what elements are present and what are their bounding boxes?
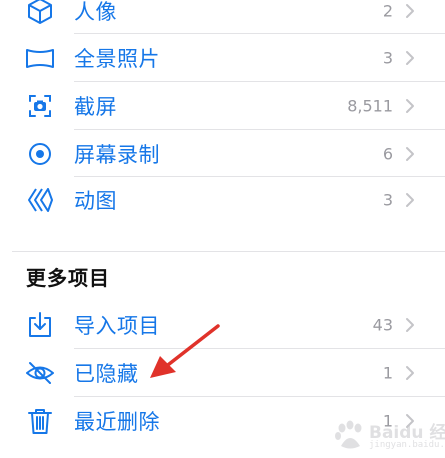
annotation-arrow-icon	[150, 324, 220, 378]
album-row-count: 2	[382, 1, 393, 20]
panorama-icon	[24, 42, 56, 74]
hidden-eye-icon	[24, 357, 56, 389]
album-row-label: 截屏	[74, 94, 117, 119]
album-row-count: 3	[382, 190, 393, 209]
section-divider	[12, 251, 445, 252]
animated-icon	[24, 184, 56, 216]
chevron-right-icon	[405, 365, 415, 381]
import-icon	[24, 309, 56, 341]
album-row-animated[interactable]: 动图 3	[0, 176, 445, 223]
album-row-screenshots[interactable]: 截屏 8,511	[0, 82, 445, 129]
album-row-label: 最近删除	[74, 409, 160, 434]
screen-recording-icon	[24, 138, 56, 170]
album-row-screen-recordings[interactable]: 屏幕录制 6	[0, 130, 445, 177]
chevron-right-icon	[405, 192, 415, 208]
cube-icon	[24, 0, 56, 27]
screenshot-icon	[24, 90, 56, 122]
album-row-label: 已隐藏	[74, 361, 139, 386]
album-row-count: 8,511	[347, 96, 393, 115]
album-row-label: 人像	[74, 0, 117, 24]
albums-screen: 人像 2 全景照片 3 截屏 8,511 屏幕录制 6 动图 3 更多项目 导入…	[0, 0, 445, 458]
album-row-label: 屏幕录制	[74, 142, 160, 167]
chevron-right-icon	[405, 50, 415, 66]
chevron-right-icon	[405, 3, 415, 19]
album-row-count: 3	[382, 48, 393, 67]
trash-icon	[24, 405, 56, 437]
chevron-right-icon	[405, 98, 415, 114]
watermark-url: jingyan.baidu.com	[369, 440, 445, 450]
album-row-label: 动图	[74, 188, 117, 213]
section-title-more-items: 更多项目	[26, 266, 110, 290]
chevron-right-icon	[405, 317, 415, 333]
album-row-count: 43	[372, 315, 393, 334]
baidu-watermark: Baidu 经验 jingyan.baidu.com	[331, 414, 445, 456]
paw-logo-icon	[335, 420, 362, 449]
album-row-portrait[interactable]: 人像 2	[0, 0, 445, 34]
album-row-panoramas[interactable]: 全景照片 3	[0, 34, 445, 81]
album-row-count: 1	[382, 363, 393, 382]
album-row-count: 6	[382, 144, 393, 163]
chevron-right-icon	[405, 146, 415, 162]
album-row-label: 全景照片	[74, 46, 160, 71]
